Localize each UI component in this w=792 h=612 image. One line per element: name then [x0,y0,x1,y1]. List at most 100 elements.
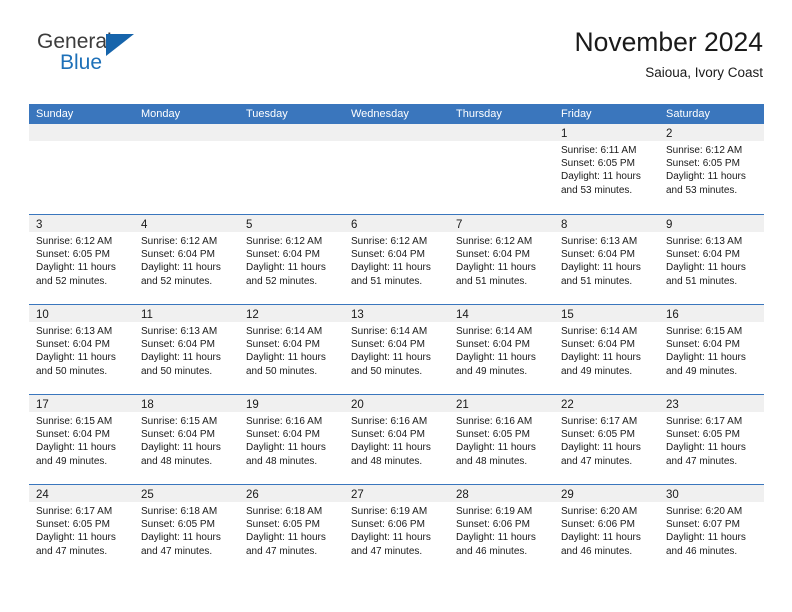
calendar-day-cell[interactable]: 6 Sunrise: 6:12 AM Sunset: 6:04 PM Daylight… [344,215,449,304]
sunrise-text: Sunrise: 6:12 AM [141,236,218,247]
sunset-text: Sunset: 6:04 PM [666,249,740,261]
daylight-text-line1: Daylight: 11 hours [351,532,431,544]
calendar-day-cell[interactable]: 4 Sunrise: 6:12 AM Sunset: 6:04 PM Daylight… [134,215,239,304]
day-sun-info: Sunrise: 6:20 AM Sunset: 6:07 PM Daylight:… [659,502,764,558]
daylight-text-line2: and 51 minutes. [561,275,633,287]
calendar-day-cell[interactable]: 17 Sunrise: 6:15 AM Sunset: 6:04 PM Dayligh… [29,395,134,484]
sunrise-text: Sunrise: 6:15 AM [141,416,218,427]
day-sun-info: Sunrise: 6:20 AM Sunset: 6:06 PM Daylight:… [554,502,659,558]
calendar-day-cell[interactable]: 28 Sunrise: 6:19 AM Sunset: 6:06 PM Dayligh… [449,485,554,574]
day-number-band [449,124,554,141]
calendar-day-cell-empty [239,124,344,214]
calendar-day-cell[interactable]: 27 Sunrise: 6:19 AM Sunset: 6:06 PM Dayligh… [344,485,449,574]
calendar-day-cell[interactable]: 16 Sunrise: 6:15 AM Sunset: 6:04 PM Dayligh… [659,305,764,394]
day-number: 3 [36,219,43,231]
daylight-text-line1: Daylight: 11 hours [561,262,641,274]
calendar-day-cell[interactable]: 20 Sunrise: 6:16 AM Sunset: 6:04 PM Dayligh… [344,395,449,484]
calendar-week-row: 17 Sunrise: 6:15 AM Sunset: 6:04 PM Dayligh… [29,394,764,484]
day-number: 7 [456,219,463,231]
day-number: 28 [456,489,469,501]
daylight-text-line1: Daylight: 11 hours [36,532,116,544]
calendar-day-cell[interactable]: 13 Sunrise: 6:14 AM Sunset: 6:04 PM Dayligh… [344,305,449,394]
sunset-text: Sunset: 6:04 PM [351,249,425,261]
day-number: 9 [666,219,673,231]
daylight-text-line2: and 47 minutes. [666,455,738,467]
calendar-day-cell[interactable]: 12 Sunrise: 6:14 AM Sunset: 6:04 PM Dayligh… [239,305,344,394]
day-sun-info: Sunrise: 6:12 AM Sunset: 6:04 PM Daylight:… [239,232,344,288]
calendar-day-cell-empty [134,124,239,214]
calendar-day-cell[interactable]: 29 Sunrise: 6:20 AM Sunset: 6:06 PM Dayligh… [554,485,659,574]
day-sun-info: Sunrise: 6:14 AM Sunset: 6:04 PM Daylight:… [344,322,449,378]
weekday-header-wednesday: Wednesday [351,108,409,120]
day-sun-info: Sunrise: 6:19 AM Sunset: 6:06 PM Daylight:… [344,502,449,558]
day-sun-info: Sunrise: 6:15 AM Sunset: 6:04 PM Daylight:… [134,412,239,468]
daylight-text-line1: Daylight: 11 hours [36,352,116,364]
weekday-header-monday: Monday [141,108,181,120]
day-number: 13 [351,309,364,321]
day-number-band: 28 [449,485,554,502]
sunrise-text: Sunrise: 6:12 AM [666,145,743,156]
day-number: 24 [36,489,49,501]
calendar-day-cell[interactable]: 23 Sunrise: 6:17 AM Sunset: 6:05 PM Dayligh… [659,395,764,484]
day-sun-info: Sunrise: 6:18 AM Sunset: 6:05 PM Daylight:… [239,502,344,558]
day-sun-info: Sunrise: 6:11 AM Sunset: 6:05 PM Daylight:… [554,141,659,197]
calendar-day-cell[interactable]: 11 Sunrise: 6:13 AM Sunset: 6:04 PM Dayligh… [134,305,239,394]
calendar-day-cell[interactable]: 8 Sunrise: 6:13 AM Sunset: 6:04 PM Daylight… [554,215,659,304]
day-number: 10 [36,309,49,321]
calendar-day-cell[interactable]: 1 Sunrise: 6:11 AM Sunset: 6:05 PM Daylight… [554,124,659,214]
sunrise-text: Sunrise: 6:18 AM [246,506,323,517]
day-sun-info: Sunrise: 6:12 AM Sunset: 6:05 PM Daylight:… [29,232,134,288]
sunrise-text: Sunrise: 6:12 AM [36,236,113,247]
daylight-text-line2: and 47 minutes. [561,455,633,467]
sunset-text: Sunset: 6:05 PM [666,429,740,441]
sunset-text: Sunset: 6:04 PM [561,339,635,351]
daylight-text-line1: Daylight: 11 hours [666,442,746,454]
sunset-text: Sunset: 6:05 PM [666,158,740,170]
daylight-text-line1: Daylight: 11 hours [666,532,746,544]
sunrise-text: Sunrise: 6:12 AM [456,236,533,247]
calendar-day-cell[interactable]: 25 Sunrise: 6:18 AM Sunset: 6:05 PM Dayligh… [134,485,239,574]
daylight-text-line2: and 48 minutes. [141,455,213,467]
day-number: 22 [561,399,574,411]
calendar-day-cell[interactable]: 14 Sunrise: 6:14 AM Sunset: 6:04 PM Dayligh… [449,305,554,394]
calendar-day-cell[interactable]: 15 Sunrise: 6:14 AM Sunset: 6:04 PM Dayligh… [554,305,659,394]
daylight-text-line1: Daylight: 11 hours [141,352,221,364]
day-sun-info: Sunrise: 6:16 AM Sunset: 6:05 PM Daylight:… [449,412,554,468]
calendar-day-cell[interactable]: 3 Sunrise: 6:12 AM Sunset: 6:05 PM Daylight… [29,215,134,304]
sunrise-text: Sunrise: 6:17 AM [561,416,638,427]
daylight-text-line1: Daylight: 11 hours [141,442,221,454]
day-number: 19 [246,399,259,411]
daylight-text-line2: and 52 minutes. [141,275,213,287]
calendar-day-cell[interactable]: 9 Sunrise: 6:13 AM Sunset: 6:04 PM Daylight… [659,215,764,304]
calendar-day-cell[interactable]: 21 Sunrise: 6:16 AM Sunset: 6:05 PM Dayligh… [449,395,554,484]
day-number-band: 26 [239,485,344,502]
calendar-day-cell[interactable]: 18 Sunrise: 6:15 AM Sunset: 6:04 PM Dayligh… [134,395,239,484]
calendar-day-cell[interactable]: 19 Sunrise: 6:16 AM Sunset: 6:04 PM Dayligh… [239,395,344,484]
general-blue-logo[interactable]: General Blue [29,30,209,86]
daylight-text-line2: and 51 minutes. [666,275,738,287]
sunset-text: Sunset: 6:06 PM [351,519,425,531]
calendar-day-cell[interactable]: 5 Sunrise: 6:12 AM Sunset: 6:04 PM Daylight… [239,215,344,304]
day-number-band: 7 [449,215,554,232]
daylight-text-line1: Daylight: 11 hours [456,532,536,544]
calendar-day-cell[interactable]: 30 Sunrise: 6:20 AM Sunset: 6:07 PM Dayligh… [659,485,764,574]
calendar-day-cell[interactable]: 2 Sunrise: 6:12 AM Sunset: 6:05 PM Daylight… [659,124,764,214]
calendar-day-cell[interactable]: 22 Sunrise: 6:17 AM Sunset: 6:05 PM Dayligh… [554,395,659,484]
day-number-band: 12 [239,305,344,322]
daylight-text-line2: and 47 minutes. [141,545,213,557]
sunset-text: Sunset: 6:04 PM [246,249,320,261]
calendar-day-cell[interactable]: 7 Sunrise: 6:12 AM Sunset: 6:04 PM Daylight… [449,215,554,304]
calendar-day-cell[interactable]: 26 Sunrise: 6:18 AM Sunset: 6:05 PM Dayligh… [239,485,344,574]
calendar-day-cell[interactable]: 10 Sunrise: 6:13 AM Sunset: 6:04 PM Dayligh… [29,305,134,394]
sunrise-text: Sunrise: 6:19 AM [456,506,533,517]
daylight-text-line1: Daylight: 11 hours [246,532,326,544]
calendar-day-cell[interactable]: 24 Sunrise: 6:17 AM Sunset: 6:05 PM Dayligh… [29,485,134,574]
day-number-band: 13 [344,305,449,322]
day-number: 1 [561,128,568,140]
day-sun-info: Sunrise: 6:18 AM Sunset: 6:05 PM Daylight:… [134,502,239,558]
day-number-band: 11 [134,305,239,322]
sunrise-text: Sunrise: 6:14 AM [561,326,638,337]
sunset-text: Sunset: 6:04 PM [36,429,110,441]
day-number: 11 [141,309,153,321]
day-sun-info: Sunrise: 6:14 AM Sunset: 6:04 PM Daylight:… [554,322,659,378]
